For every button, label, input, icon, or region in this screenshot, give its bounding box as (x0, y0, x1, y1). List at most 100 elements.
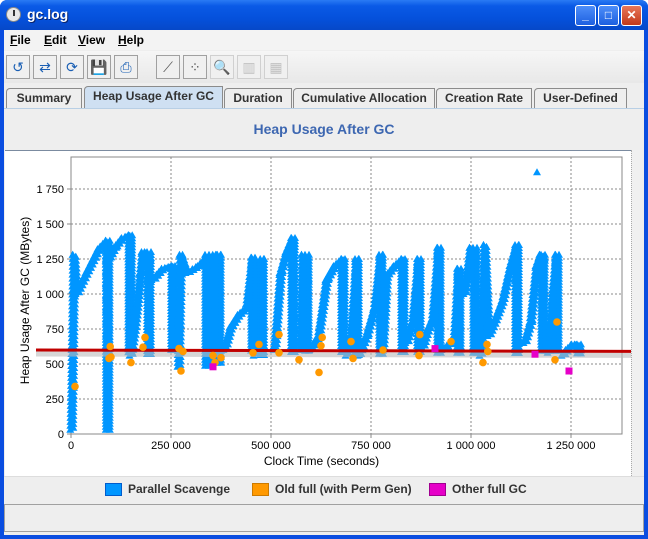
legend-item-other-full-gc[interactable]: Other full GC (429, 482, 527, 496)
print-button[interactable]: ⎙ (114, 55, 138, 79)
maximize-icon: □ (604, 8, 613, 22)
tab-duration[interactable]: Duration (224, 88, 292, 108)
menu-bar: File Edit View Help (4, 30, 644, 50)
point-old-full (275, 330, 283, 339)
point-old-full (347, 337, 355, 346)
menu-help-mnemonic: H (118, 33, 127, 47)
legend-swatch-parallel-scavenge (105, 482, 122, 496)
menu-view-mnemonic: V (78, 33, 86, 47)
point-old-full (479, 358, 487, 367)
point-old-full (349, 354, 357, 363)
menu-help[interactable]: Help (118, 33, 144, 47)
trend-line (35, 348, 633, 353)
legend-item-parallel-scavenge[interactable]: Parallel Scavenge (105, 482, 230, 496)
zoom-button[interactable]: 🔍 (210, 55, 234, 79)
tab-creation-rate[interactable]: Creation Rate (436, 88, 532, 108)
point-old-full (141, 333, 149, 342)
y-tick-label: 1 500 (36, 219, 64, 231)
y-tick-label: 1 250 (36, 254, 64, 266)
point-old-full (106, 342, 114, 351)
trend-line-icon: ⟋ (163, 58, 173, 75)
print-icon: ⎙ (120, 58, 132, 75)
trend-line-button[interactable]: ⟋ (156, 55, 180, 79)
point-old-full (71, 382, 79, 391)
refresh-button[interactable]: ⟳ (60, 55, 84, 79)
point-old-full (484, 347, 492, 356)
minimize-button[interactable]: _ (575, 5, 596, 26)
point-old-full (255, 340, 263, 349)
legend-label-other-full-gc: Other full GC (452, 482, 527, 496)
save-icon: 💾 (90, 58, 108, 75)
save-button[interactable]: 💾 (87, 55, 111, 79)
tab-summary[interactable]: Summary (6, 88, 82, 108)
menu-file[interactable]: File (10, 33, 31, 47)
menu-file-rest: ile (17, 33, 31, 47)
export-button[interactable]: ⇄ (33, 55, 57, 79)
bar-chart-button[interactable]: ▥ (237, 55, 261, 79)
zoom-icon: 🔍 (213, 58, 231, 75)
chart-tab-content: Heap Usage After GC 0 250 500 750 1 000 1 250… (4, 108, 644, 501)
bar-chart-icon: ▥ (242, 58, 256, 75)
minimize-icon: _ (582, 8, 589, 22)
maximize-button[interactable]: □ (598, 5, 619, 26)
point-old-full (295, 356, 303, 364)
legend-item-old-full[interactable]: Old full (with Perm Gen) (252, 482, 412, 496)
menu-view[interactable]: View (78, 33, 105, 47)
tab-cumulative-allocation[interactable]: Cumulative Allocation (293, 88, 435, 108)
toolbar: ↺ ⇄ ⟳ 💾 ⎙ ⟋ ⁘ 🔍 ▥ ▦ (4, 51, 644, 83)
point-other-full-gc (531, 350, 539, 358)
legend-swatch-old-full (252, 482, 269, 496)
point-old-full (177, 367, 185, 375)
point-old-full (551, 356, 559, 364)
point-old-full (553, 318, 561, 326)
point-old-full (249, 349, 257, 357)
heap-usage-chart[interactable]: 0 250 500 750 1 000 1 250 1 500 1 750 0 250 000 50… (5, 151, 633, 477)
scatter-icon: ⁘ (189, 58, 201, 75)
point-old-full (107, 353, 115, 361)
point-old-full (217, 353, 225, 362)
window-title: gc.log (27, 6, 69, 22)
tab-user-defined[interactable]: User-Defined (534, 88, 627, 108)
y-tick-label: 250 (46, 394, 64, 406)
tab-bar: Summary Heap Usage After GC Duration Cum… (4, 86, 644, 108)
point-old-full (139, 343, 147, 351)
point-old-full (179, 347, 187, 356)
tab-heap-usage-after-gc[interactable]: Heap Usage After GC (84, 86, 223, 108)
scatter-button[interactable]: ⁘ (183, 55, 207, 79)
close-button[interactable]: ✕ (621, 5, 642, 26)
y-tick-label: 1 000 (36, 289, 64, 301)
close-icon: ✕ (626, 8, 637, 22)
point-old-full (416, 330, 424, 339)
point-old-full (317, 342, 325, 350)
chart-title: Heap Usage After GC (253, 121, 395, 137)
point-other-full-gc (209, 363, 217, 371)
x-tick-label: 1 000 000 (447, 440, 496, 452)
point-other-full-gc (431, 345, 439, 353)
histogram-button[interactable]: ▦ (264, 55, 288, 79)
menu-edit[interactable]: Edit (44, 33, 67, 47)
x-tick-label: 500 000 (251, 440, 291, 452)
y-axis-label: Heap Usage After GC (MBytes) (18, 217, 32, 384)
point-old-full (275, 349, 283, 357)
reload-icon: ↺ (12, 58, 24, 75)
y-tick-label: 750 (46, 324, 64, 336)
menu-edit-mnemonic: E (44, 33, 53, 47)
menu-edit-rest: dit (52, 33, 67, 47)
point-old-full (315, 368, 323, 377)
legend-swatch-other-full-gc (429, 482, 446, 496)
y-tick-label: 500 (46, 359, 64, 371)
title-bar[interactable]: gc.log _ □ ✕ (0, 0, 648, 30)
export-icon: ⇄ (39, 58, 51, 75)
point-old-full (318, 333, 327, 342)
reload-button[interactable]: ↺ (6, 55, 30, 79)
status-bar (4, 504, 644, 532)
point-old-full (447, 337, 455, 346)
y-tick-label: 1 750 (36, 184, 64, 196)
legend-label-parallel-scavenge: Parallel Scavenge (128, 482, 231, 496)
menu-help-rest: elp (126, 33, 145, 47)
app-window: gc.log _ □ ✕ File Edit View Help ↺ ⇄ ⟳ 💾 ⎙ ⟋ ⁘… (0, 0, 648, 539)
y-tick-label: 0 (58, 429, 64, 441)
x-tick-label: 250 000 (151, 440, 191, 452)
point-old-full (483, 340, 491, 349)
chart-resize-handle[interactable] (631, 150, 640, 476)
